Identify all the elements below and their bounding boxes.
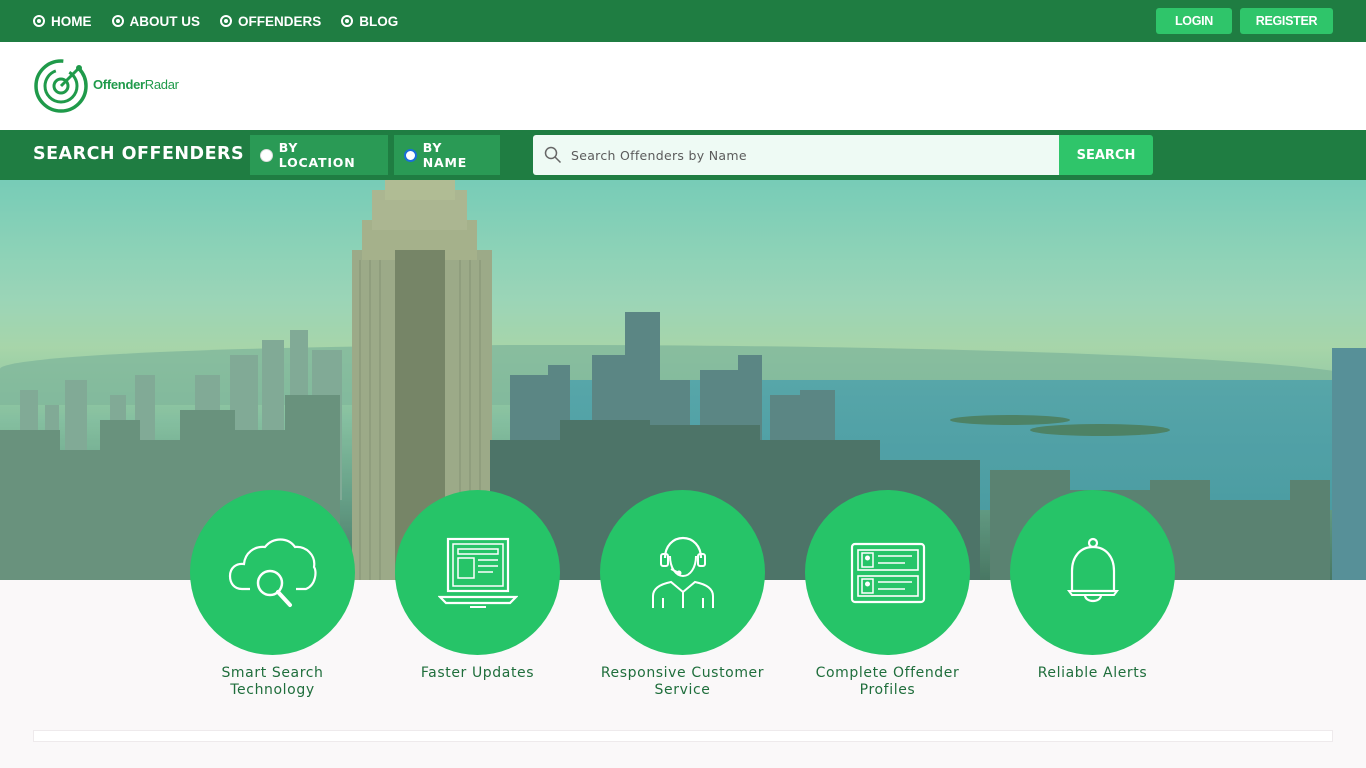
- feature-label: Complete Offender Profiles: [815, 665, 960, 698]
- feature-label: Faster Updates: [420, 665, 535, 681]
- radio-dot-icon: [33, 15, 45, 27]
- radio-dot-icon: [341, 15, 354, 27]
- search-mode-by-name[interactable]: BY NAME: [394, 135, 500, 175]
- feature-smart-search: Smart Search Technology: [170, 490, 375, 699]
- feature-circle[interactable]: [805, 490, 970, 655]
- radio-dot-icon: [111, 15, 124, 27]
- search-box: [533, 135, 1060, 175]
- nav-item-label: HOME: [51, 13, 92, 29]
- feature-faster-updates: Faster Updates: [375, 490, 580, 682]
- feature-reliable-alerts: Reliable Alerts: [990, 490, 1195, 682]
- register-button[interactable]: REGISTER: [1240, 8, 1333, 34]
- cloud-search-icon: [228, 537, 317, 607]
- content-panel: [33, 730, 1333, 742]
- site-logo[interactable]: OffenderRadar: [33, 52, 179, 116]
- search-icon: [544, 146, 562, 164]
- nav-item-about-us[interactable]: ABOUT US: [111, 13, 201, 29]
- feature-label: Responsive Customer Service: [600, 665, 765, 698]
- bell-icon: [1066, 537, 1119, 602]
- nav-item-label: BLOG: [359, 13, 399, 29]
- feature-circle[interactable]: [190, 490, 355, 655]
- profile-cards-icon: [850, 542, 925, 603]
- search-mode-by-location[interactable]: BY LOCATION: [250, 135, 388, 175]
- nav-item-label: OFFENDERS: [238, 13, 322, 29]
- feature-circle[interactable]: [395, 490, 560, 655]
- radio-checked-icon: [404, 148, 417, 162]
- logo-text: OffenderRadar: [93, 76, 179, 92]
- nav-item-offenders[interactable]: OFFENDERS: [220, 14, 321, 29]
- headset-agent-icon: [651, 536, 714, 608]
- feature-label: Reliable Alerts: [1037, 665, 1148, 681]
- feature-circle[interactable]: [1010, 490, 1175, 655]
- laptop-icon: [437, 537, 518, 608]
- radio-dot-icon: [220, 15, 232, 27]
- feature-offender-profiles: Complete Offender Profiles: [785, 490, 990, 699]
- radio-unchecked-icon: [260, 148, 273, 162]
- search-mode-label: BY LOCATION: [278, 140, 356, 170]
- features-section: Smart Search Technology Faster Updates R…: [0, 490, 1366, 720]
- logo-bar: OffenderRadar: [0, 42, 1366, 130]
- feature-customer-service: Responsive Customer Service: [580, 490, 785, 699]
- auth-buttons: LOGIN REGISTER: [1148, 8, 1333, 34]
- search-bar: SEARCH OFFENDERS BY LOCATION BY NAME SEA…: [0, 130, 1366, 180]
- search-input[interactable]: [571, 147, 1041, 163]
- feature-circle[interactable]: [600, 490, 765, 655]
- feature-label: Smart Search Technology: [221, 665, 324, 698]
- login-button[interactable]: LOGIN: [1156, 8, 1232, 34]
- radar-logo-icon: [34, 59, 88, 113]
- search-mode-label: BY NAME: [422, 140, 468, 170]
- main-nav: HOME ABOUT US OFFENDERS BLOG: [33, 0, 418, 42]
- nav-item-home[interactable]: HOME: [33, 14, 92, 29]
- nav-item-label: ABOUT US: [129, 13, 201, 29]
- search-title: SEARCH OFFENDERS: [33, 144, 245, 164]
- nav-item-blog[interactable]: BLOG: [341, 14, 398, 29]
- search-button[interactable]: SEARCH: [1059, 135, 1153, 175]
- top-nav-bar: HOME ABOUT US OFFENDERS BLOG LOGIN REGIS…: [0, 0, 1366, 42]
